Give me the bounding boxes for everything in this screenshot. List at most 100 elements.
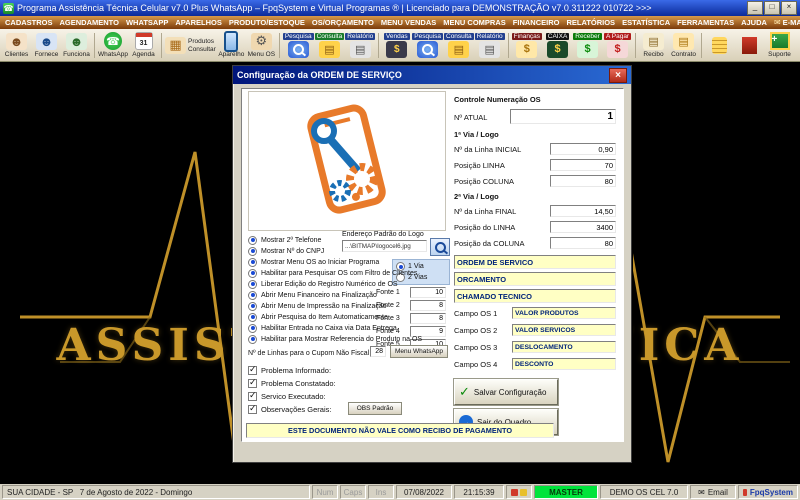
receipt-icon: ▤ xyxy=(643,32,665,50)
dialog-panel: Controle Numeração OS Nº ATUAL 1 1ª Via … xyxy=(241,88,624,442)
check-row[interactable]: Observações Gerais: xyxy=(248,403,331,414)
toolbar-manual-book[interactable] xyxy=(735,30,764,61)
magnifier-icon xyxy=(434,241,446,253)
toolbar-receber[interactable]: Receber $ xyxy=(573,30,602,61)
menu-estatistica[interactable]: ESTATÍSTICA xyxy=(622,18,670,27)
toolbar-suporte[interactable]: + Suporte xyxy=(765,30,794,61)
menu-os-orcamento[interactable]: OS/ORÇAMENTO xyxy=(312,18,374,27)
posicao-linha-field[interactable]: 70 xyxy=(550,159,616,171)
menu-produto-estoque[interactable]: PRODUTO/ESTOQUE xyxy=(229,18,305,27)
menu-cadastros[interactable]: CADASTROS xyxy=(5,18,53,27)
toolbar-label: Contrato xyxy=(671,50,697,58)
toolbar-menu-os[interactable]: ⚙ Menu OS xyxy=(247,30,276,61)
menu-whatsapp[interactable]: WHATSAPP xyxy=(126,18,168,27)
os-option-row[interactable]: Mostrar Nº do CNPJ xyxy=(248,246,324,256)
linha-final-field[interactable]: 14,50 xyxy=(550,205,616,217)
os-option-row[interactable]: Abrir Menu de Impressão na Finalização xyxy=(248,301,387,311)
toolbar-contrato[interactable]: ▤ Contrato xyxy=(669,30,698,61)
toolbar-os-consulta[interactable]: Consulta ▤ xyxy=(314,30,345,61)
menu-compras[interactable]: MENU COMPRAS xyxy=(443,18,506,27)
toolbar-produtos-consultar[interactable]: ▦ Produtos Consultar xyxy=(165,30,216,61)
campo-os-1-field[interactable]: VALOR PRODUTOS xyxy=(512,307,616,319)
os-option-row[interactable]: Mostrar Menu OS ao Iniciar Programa xyxy=(248,257,379,267)
os-option-row[interactable]: Mostrar 2º Telefone xyxy=(248,235,321,245)
linha-inicial-label: Nº da Linha INICIAL xyxy=(454,145,522,154)
toolbar-clientes[interactable]: ☻ Clientes xyxy=(2,30,31,61)
fonte-1-label: Fonte 1 xyxy=(376,289,400,296)
browse-logo-button[interactable] xyxy=(430,238,450,256)
toolbar-vendas-pesquisa[interactable]: Pesquisa xyxy=(412,30,443,61)
toolbar-aparelho[interactable]: Aparelho xyxy=(217,30,246,61)
toolbar-recibo[interactable]: ▤ Recibo xyxy=(639,30,668,61)
os-option-row[interactable]: Habilitar Entrada no Caixa via Data Entr… xyxy=(248,323,397,333)
toolbar-badge: Relatório xyxy=(474,32,505,40)
check-row[interactable]: Problema Constatado: xyxy=(248,377,336,388)
menu-financeiro[interactable]: FINANCEIRO xyxy=(513,18,560,27)
doc-title-os-field[interactable]: ORDEM DE SERVICO xyxy=(454,255,616,269)
coins-icon: $ xyxy=(516,40,538,58)
os-option-row[interactable]: Abrir Pesquisa do Item Automaticamente xyxy=(248,312,388,322)
campo-os-3-label: Campo OS 3 xyxy=(454,343,498,352)
check-row[interactable]: Problema Informado: xyxy=(248,364,331,375)
toolbar-coins-stack[interactable] xyxy=(705,30,734,61)
toolbar-fornecedor[interactable]: ☻ Fornece xyxy=(32,30,61,61)
check-row[interactable]: Servico Executado: xyxy=(248,390,326,401)
toolbar-funcionario[interactable]: ☻ Funciona xyxy=(62,30,91,61)
os-option-row[interactable]: Habilitar para Mostrar Referencia do Pro… xyxy=(248,334,422,344)
toolbar-vendas-relatorio[interactable]: Relatório ▤ xyxy=(474,30,505,61)
posicao-coluna-field[interactable]: 80 xyxy=(550,175,616,187)
doc-title-chamado-field[interactable]: CHAMADO TECNICO xyxy=(454,289,616,303)
fonte-3-field[interactable]: 8 xyxy=(410,313,446,324)
os-option-row[interactable]: Liberar Edição do Registro Numérico de O… xyxy=(248,279,398,289)
campo-os-4-field[interactable]: DESCONTO xyxy=(512,358,616,370)
toolbar: ☻ Clientes ☻ Fornece ☻ Funciona ☎ WhatsA… xyxy=(0,29,800,62)
menu-ajuda[interactable]: AJUDA xyxy=(741,18,767,27)
numero-atual-field[interactable]: 1 xyxy=(510,109,616,124)
save-config-button[interactable]: ✓ Salvar Configuração xyxy=(453,378,559,406)
printer-icon: ▤ xyxy=(479,40,501,58)
linha-inicial-field[interactable]: 0,90 xyxy=(550,143,616,155)
window-titlebar: ☎ Programa Assistência Técnica Celular v… xyxy=(0,0,800,16)
toolbar-vendas[interactable]: Vendas $ xyxy=(382,30,411,61)
toolbar-agenda[interactable]: 31 Agenda xyxy=(129,30,158,61)
menu-ferramentas[interactable]: FERRAMENTAS xyxy=(677,18,734,27)
menu-aparelhos[interactable]: APARELHOS xyxy=(175,18,222,27)
menu-vendas[interactable]: MENU VENDAS xyxy=(381,18,436,27)
contract-icon: ▤ xyxy=(673,32,695,50)
os-option-row[interactable]: Abrir Menu Financeiro na Finalização xyxy=(248,290,377,300)
fonte-1-field[interactable]: 10 xyxy=(410,287,446,298)
dialog-close-button[interactable]: × xyxy=(609,67,627,83)
os-option-row[interactable]: Habilitar para Pesquisar OS com Filtro d… xyxy=(248,268,417,278)
dialog-titlebar: Configuração da ORDEM DE SERVIÇO × xyxy=(233,66,631,84)
menu-whatsapp-button[interactable]: Menu WhatsApp xyxy=(390,345,448,358)
fonte-2-field[interactable]: 8 xyxy=(410,300,446,311)
menu-email-label: E-MAIL xyxy=(782,18,800,27)
toolbar-whatsapp[interactable]: ☎ WhatsApp xyxy=(98,30,128,61)
minimize-button[interactable]: _ xyxy=(747,1,763,15)
menu-agendamento[interactable]: AGENDAMENTO xyxy=(60,18,119,27)
receive-dollar-icon: $ xyxy=(577,40,599,58)
logo-path-field[interactable]: ...\BITMAP\logocel6.jpg xyxy=(342,240,427,252)
menu-email[interactable]: ✉ E-MAIL xyxy=(774,18,800,27)
toolbar-os-pesquisa[interactable]: Pesquisa xyxy=(282,30,314,61)
check-label: Problema Constatado: xyxy=(261,378,336,388)
toolbar-os-relatorio[interactable]: Relatório ▤ xyxy=(345,30,376,61)
posicao-coluna2-field[interactable]: 80 xyxy=(550,237,616,249)
posicao-linha2-field[interactable]: 3400 xyxy=(550,221,616,233)
status-email[interactable]: ✉ Email xyxy=(690,485,736,499)
campo-os-2-field[interactable]: VALOR SERVICOS xyxy=(512,324,616,336)
toolbar-vendas-consulta[interactable]: Consulta ▤ xyxy=(444,30,474,61)
radio-icon xyxy=(248,246,257,256)
close-button[interactable]: × xyxy=(781,1,797,15)
toolbar-caixa[interactable]: CAIXA $ xyxy=(543,30,572,61)
toolbar-a-pagar[interactable]: A Pagar $ xyxy=(603,30,632,61)
toolbar-financas[interactable]: Finanças $ xyxy=(511,30,543,61)
menu-relatorios[interactable]: RELATÓRIOS xyxy=(566,18,615,27)
cupom-linhas-field[interactable]: 28 xyxy=(370,346,386,357)
maximize-button[interactable]: □ xyxy=(764,1,780,15)
campo-os-3-field[interactable]: DESLOCAMENTO xyxy=(512,341,616,353)
doc-title-orcamento-field[interactable]: ORCAMENTO xyxy=(454,272,616,286)
phone-logo-art xyxy=(307,104,386,214)
obs-padrao-button[interactable]: OBS Padrão xyxy=(348,402,402,415)
option-label: Habilitar Entrada no Caixa via Data Entr… xyxy=(261,324,397,332)
